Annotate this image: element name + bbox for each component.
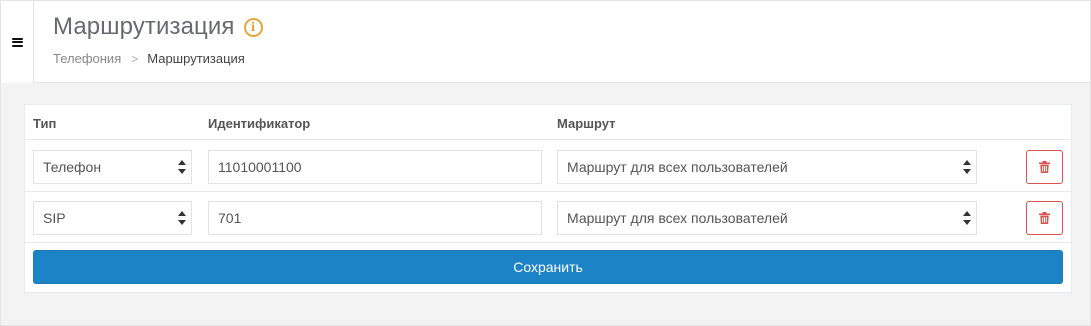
route-select[interactable]: Маршрут для всех пользователей (557, 150, 977, 184)
breadcrumb-telephony-link[interactable]: Телефония (53, 51, 121, 66)
select-arrows-icon (963, 211, 971, 225)
hamburger-icon (11, 37, 23, 47)
select-arrows-icon (963, 160, 971, 174)
trash-icon (1039, 212, 1050, 224)
type-select-value: Телефон (43, 159, 102, 175)
type-select[interactable]: Телефон (33, 150, 192, 184)
breadcrumb: Телефония > Маршрутизация (53, 51, 245, 66)
select-arrows-icon (178, 160, 186, 174)
identifier-input-value: 11010001100 (218, 159, 302, 175)
routing-panel: Тип Идентификатор Маршрут Телефон 110100… (24, 104, 1072, 293)
route-select-value: Маршрут для всех пользователей (567, 159, 788, 175)
table-row: SIP 701 Маршрут для всех пользователей (25, 192, 1071, 243)
identifier-input-value: 701 (218, 210, 242, 226)
trash-icon (1039, 161, 1050, 173)
menu-toggle-button[interactable] (1, 1, 34, 83)
title-row: Маршрутизация i (53, 13, 263, 41)
delete-row-button[interactable] (1026, 201, 1063, 235)
table-header: Тип Идентификатор Маршрут (25, 105, 1071, 140)
route-select[interactable]: Маршрут для всех пользователей (557, 201, 977, 235)
column-header-route: Маршрут (557, 116, 616, 131)
table-row: Телефон 11010001100 Маршрут для всех пол… (25, 141, 1071, 192)
type-select[interactable]: SIP (33, 201, 192, 235)
route-select-value: Маршрут для всех пользователей (567, 210, 788, 226)
breadcrumb-current: Маршрутизация (147, 51, 245, 66)
delete-row-button[interactable] (1026, 150, 1063, 184)
column-header-type: Тип (33, 116, 57, 131)
identifier-input[interactable]: 11010001100 (208, 150, 542, 184)
page: Маршрутизация i Телефония > Маршрутизаци… (0, 0, 1091, 326)
breadcrumb-separator: > (131, 51, 139, 66)
select-arrows-icon (178, 211, 186, 225)
save-button[interactable]: Сохранить (33, 250, 1063, 284)
page-title: Маршрутизация (53, 13, 235, 40)
column-header-identifier: Идентификатор (208, 116, 311, 131)
page-header: Маршрутизация i Телефония > Маршрутизаци… (1, 1, 1090, 83)
identifier-input[interactable]: 701 (208, 201, 542, 235)
info-icon[interactable]: i (243, 17, 263, 37)
type-select-value: SIP (43, 210, 66, 226)
